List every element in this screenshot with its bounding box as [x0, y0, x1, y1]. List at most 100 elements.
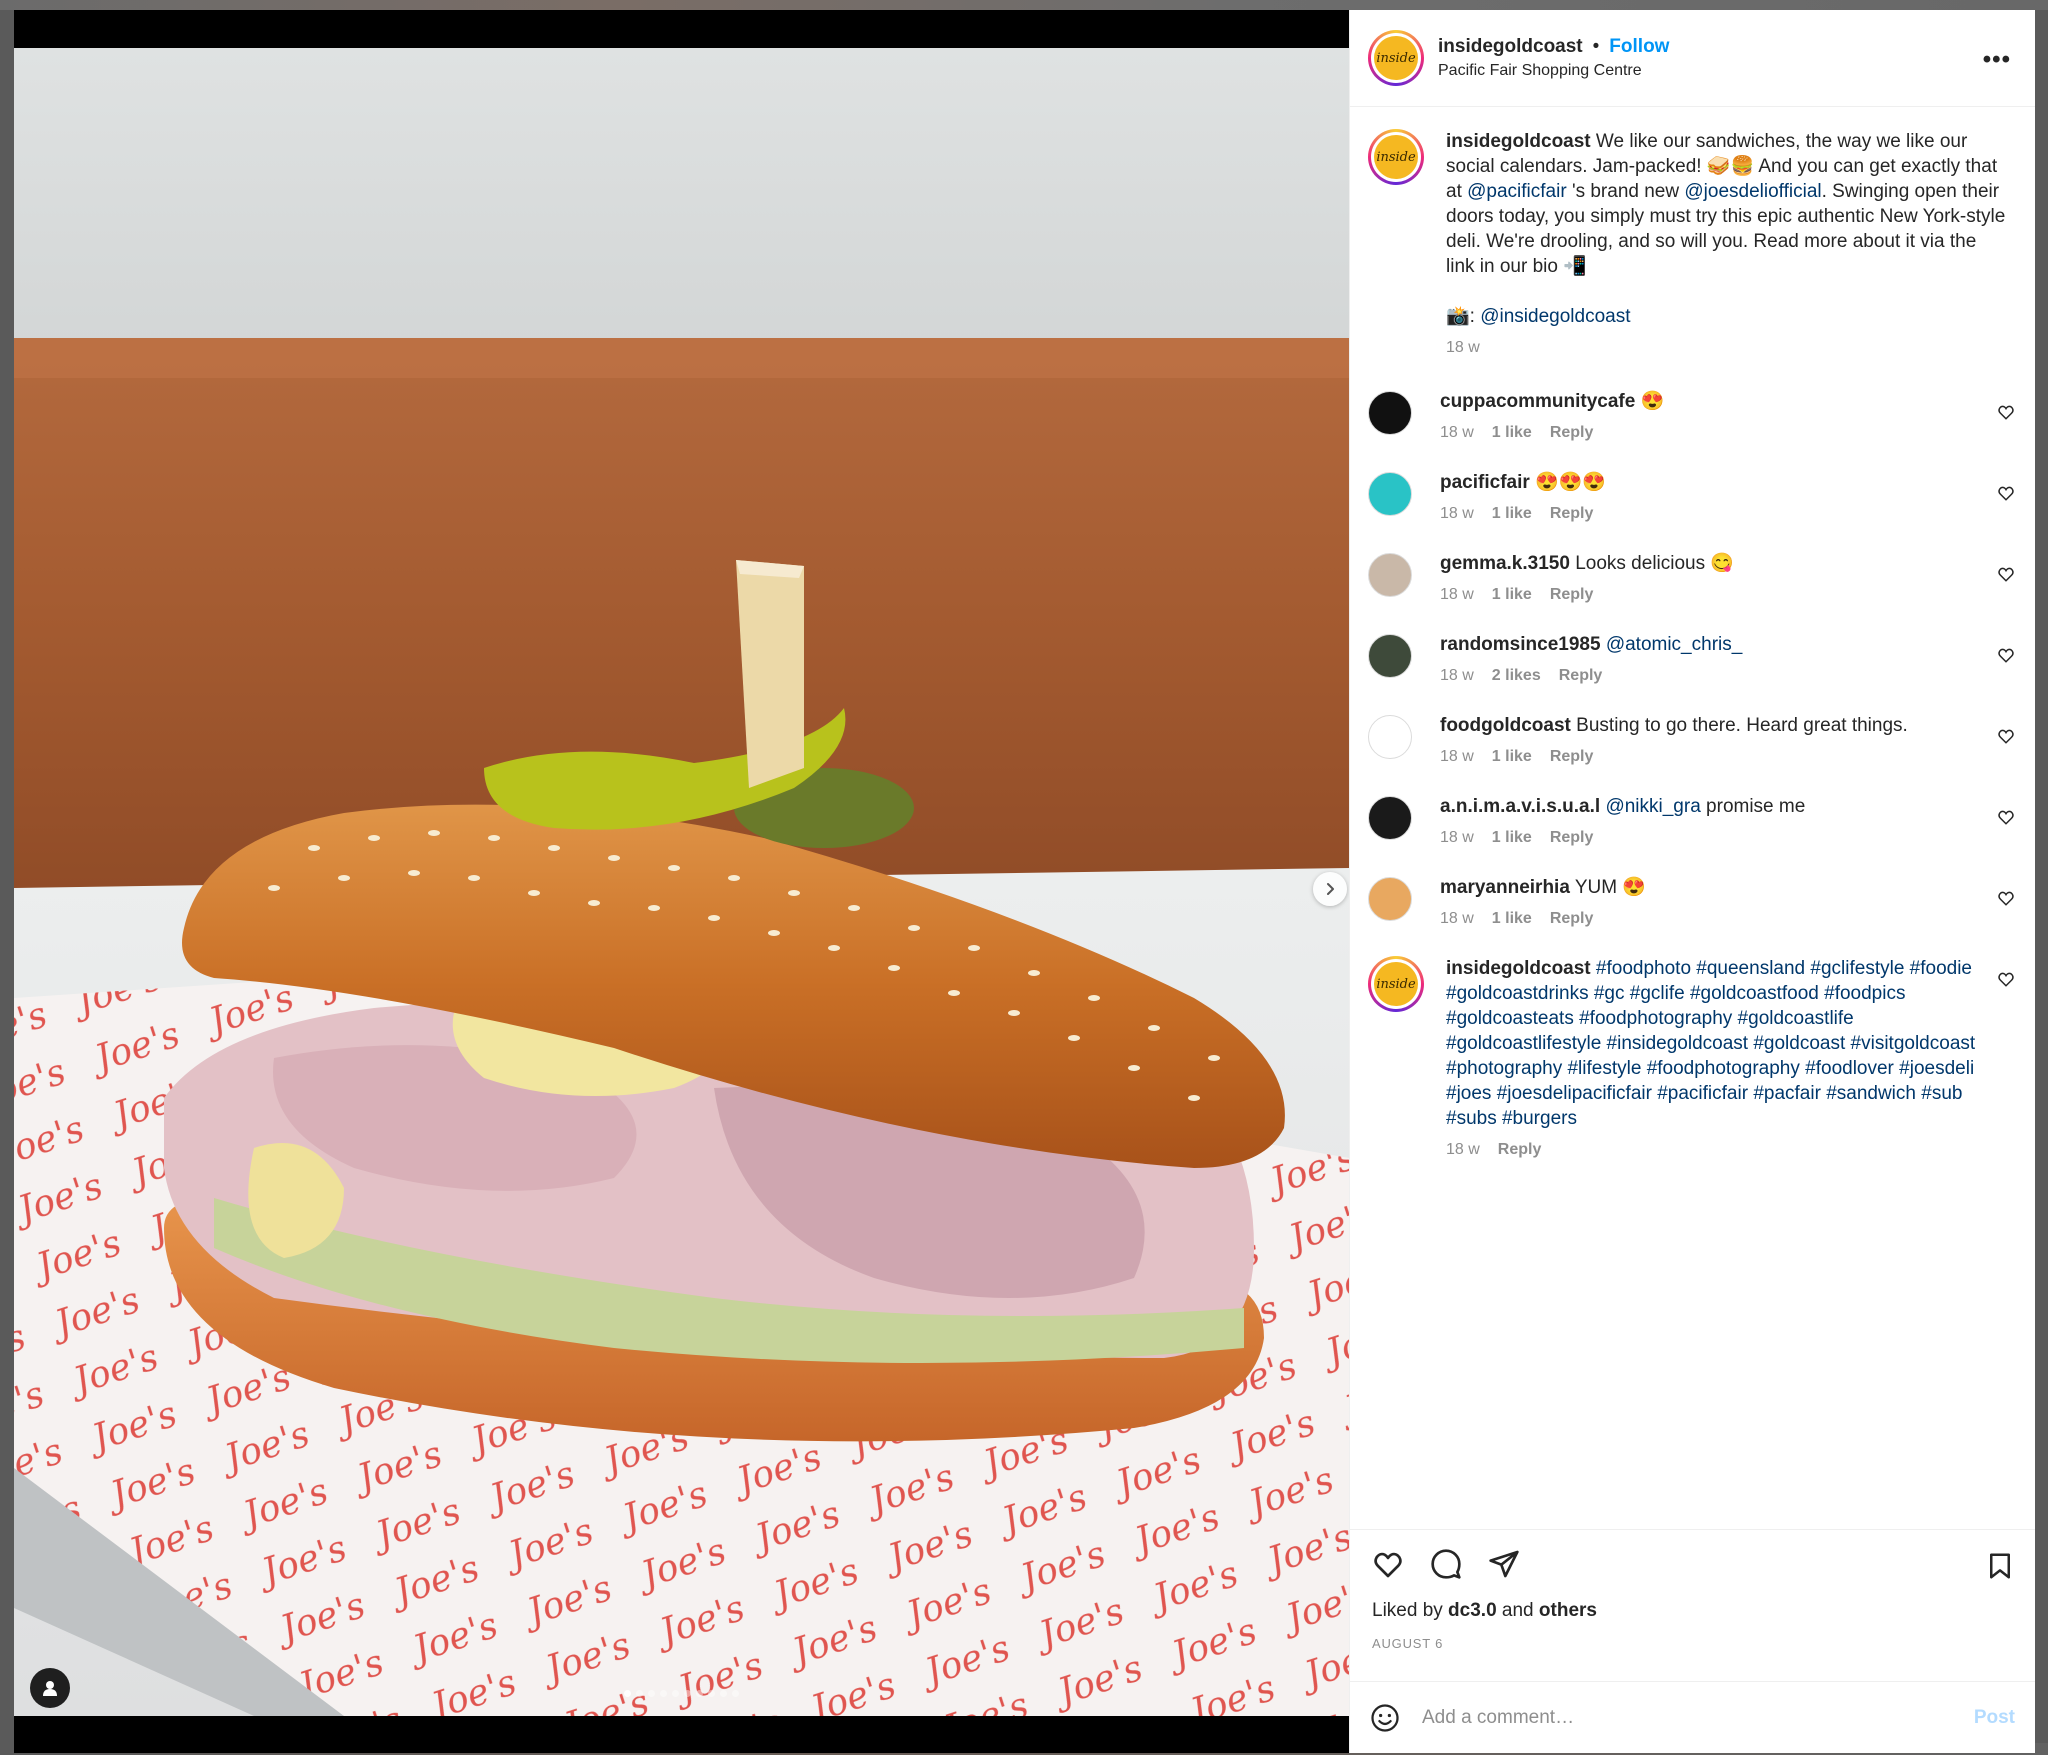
comment-username[interactable]: maryanneirhia [1440, 877, 1570, 898]
tagged-users-button[interactable] [30, 1668, 70, 1708]
comment-username[interactable]: pacificfair [1440, 472, 1530, 493]
comment-likes[interactable]: 1 like [1492, 748, 1532, 766]
comment-likes[interactable]: 1 like [1492, 910, 1532, 928]
inside-logo-icon: inside [1374, 36, 1418, 80]
like-comment-heart-icon[interactable] [1997, 484, 2015, 502]
comment-likes[interactable]: 2 likes [1492, 667, 1541, 685]
comment-row: foodgoldcoast Busting to go there. Heard… [1368, 713, 2017, 766]
post-location[interactable]: Pacific Fair Shopping Centre [1438, 62, 1669, 80]
author-username[interactable]: insidegoldcoast [1438, 36, 1583, 58]
comment-username[interactable]: randomsince1985 [1440, 634, 1601, 655]
carousel-dot [684, 1690, 691, 1697]
comment-username[interactable]: cuppacommunitycafe [1440, 391, 1635, 412]
mention-link[interactable]: @insidegoldcoast [1480, 306, 1630, 327]
caption-username[interactable]: insidegoldcoast [1446, 131, 1591, 152]
post-header: inside insidegoldcoast • Follow Pacific … [1350, 10, 2035, 107]
comment-row: a.n.i.m.a.v.i.s.u.a.l @nikki_gra promise… [1368, 794, 2017, 847]
like-comment-heart-icon[interactable] [1997, 646, 2015, 664]
post-comment-button[interactable]: Post [1974, 1707, 2015, 1729]
mention-link[interactable]: @joesdeliofficial [1684, 181, 1821, 202]
comment-row: gemma.k.3150 Looks delicious 😋 18 w 1 like… [1368, 551, 2017, 604]
mention-link[interactable]: @pacificfair [1467, 181, 1567, 202]
comment-username[interactable]: foodgoldcoast [1440, 715, 1571, 736]
profile-photo-icon[interactable] [1368, 877, 1412, 921]
inside-logo-icon: inside [1374, 962, 1418, 1006]
comment-time[interactable]: 18 w [1440, 748, 1474, 766]
mention-link[interactable]: @nikki_gra [1605, 796, 1700, 817]
pacificfair-logo-icon[interactable] [1368, 472, 1412, 516]
more-options-button[interactable]: ••• [1983, 46, 2011, 74]
comment-likes[interactable]: 1 like [1492, 424, 1532, 442]
caption-text: insidegoldcoast We like our sandwiches, … [1446, 129, 2006, 279]
foodgoldcoast-logo-icon[interactable] [1368, 715, 1412, 759]
like-comment-heart-icon[interactable] [1997, 565, 2015, 583]
profile-photo-icon[interactable] [1368, 553, 1412, 597]
post-dialog: Joe's [14, 10, 2035, 1753]
add-comment-bar: Add a comment… Post [1350, 1681, 2035, 1753]
comment-time[interactable]: 18 w [1440, 505, 1474, 523]
carousel-dot [708, 1690, 715, 1697]
follow-button[interactable]: Follow [1609, 36, 1669, 58]
comment-text: YUM 😍 [1569, 877, 1646, 898]
reply-button[interactable]: Reply [1550, 586, 1594, 604]
cup-logo-icon[interactable] [1368, 391, 1412, 435]
like-comment-heart-icon[interactable] [1997, 889, 2015, 907]
comment-username[interactable]: insidegoldcoast [1446, 958, 1591, 979]
comment-username[interactable]: gemma.k.3150 [1440, 553, 1570, 574]
reply-button[interactable]: Reply [1550, 910, 1594, 928]
reply-button[interactable]: Reply [1559, 667, 1603, 685]
comment-likes[interactable]: 1 like [1492, 586, 1532, 604]
reply-button[interactable]: Reply [1550, 829, 1594, 847]
caption: inside insidegoldcoast We like our sandw… [1368, 129, 2017, 357]
caption-avatar[interactable]: inside [1368, 129, 1424, 185]
comment-time[interactable]: 18 w [1440, 910, 1474, 928]
comment-bubble-icon[interactable] [1430, 1548, 1462, 1580]
comment-time[interactable]: 18 w [1440, 424, 1474, 442]
comment-avatar[interactable]: inside [1368, 956, 1424, 1012]
comment-text: 😍😍😍 [1529, 472, 1607, 493]
author-avatar[interactable]: inside [1368, 30, 1424, 86]
comment-input[interactable]: Add a comment… [1422, 1707, 1974, 1729]
hashtag-comment: inside insidegoldcoast #foodphoto #queen… [1368, 956, 2017, 1159]
liked-by-middle: and [1496, 1600, 1539, 1621]
post-sidebar: inside insidegoldcoast • Follow Pacific … [1349, 10, 2035, 1753]
carousel-dot [720, 1690, 727, 1697]
save-bookmark-icon[interactable] [1985, 1550, 2015, 1582]
like-heart-icon[interactable] [1372, 1548, 1404, 1580]
reply-button[interactable]: Reply [1550, 505, 1594, 523]
comment-username[interactable]: a.n.i.m.a.v.i.s.u.a.l [1440, 796, 1600, 817]
comment-time[interactable]: 18 w [1440, 586, 1474, 604]
profile-photo-icon[interactable] [1368, 634, 1412, 678]
carousel-next-button[interactable] [1313, 872, 1347, 906]
comment-row: cuppacommunitycafe 😍 18 w 1 like Reply [1368, 389, 2017, 442]
share-send-icon[interactable] [1488, 1548, 1520, 1580]
comment-text: 😍 [1635, 391, 1665, 412]
comment-row: pacificfair 😍😍😍 18 w 1 like Reply [1368, 470, 2017, 523]
like-comment-heart-icon[interactable] [1997, 403, 2015, 421]
mention-link[interactable]: @atomic_chris_ [1606, 634, 1743, 655]
post-date[interactable]: AUGUST 6 [1372, 1636, 2013, 1651]
like-comment-heart-icon[interactable] [1997, 808, 2015, 826]
comments-list: inside insidegoldcoast We like our sandw… [1350, 107, 2035, 1529]
like-comment-heart-icon[interactable] [1997, 970, 2015, 988]
liked-by-others[interactable]: others [1539, 1600, 1597, 1621]
emoji-icon[interactable] [1370, 1703, 1400, 1733]
caption-time[interactable]: 18 w [1446, 339, 1480, 357]
comment-likes[interactable]: 1 like [1492, 829, 1532, 847]
reply-button[interactable]: Reply [1550, 748, 1594, 766]
comment-time[interactable]: 18 w [1446, 1141, 1480, 1159]
sandwich-photo: Joe's [14, 48, 1349, 1716]
carousel-dot [732, 1690, 739, 1697]
hashtags-text[interactable]: #foodphoto #queensland #gclifestyle #foo… [1446, 958, 1975, 1129]
anima-logo-icon[interactable] [1368, 796, 1412, 840]
carousel-dot [636, 1690, 643, 1697]
like-comment-heart-icon[interactable] [1997, 727, 2015, 745]
separator-dot: • [1592, 36, 1600, 57]
backdrop-top [0, 0, 2048, 10]
liked-by-user[interactable]: dc3.0 [1448, 1600, 1497, 1621]
reply-button[interactable]: Reply [1498, 1141, 1542, 1159]
comment-time[interactable]: 18 w [1440, 667, 1474, 685]
reply-button[interactable]: Reply [1550, 424, 1594, 442]
comment-likes[interactable]: 1 like [1492, 505, 1532, 523]
comment-time[interactable]: 18 w [1440, 829, 1474, 847]
